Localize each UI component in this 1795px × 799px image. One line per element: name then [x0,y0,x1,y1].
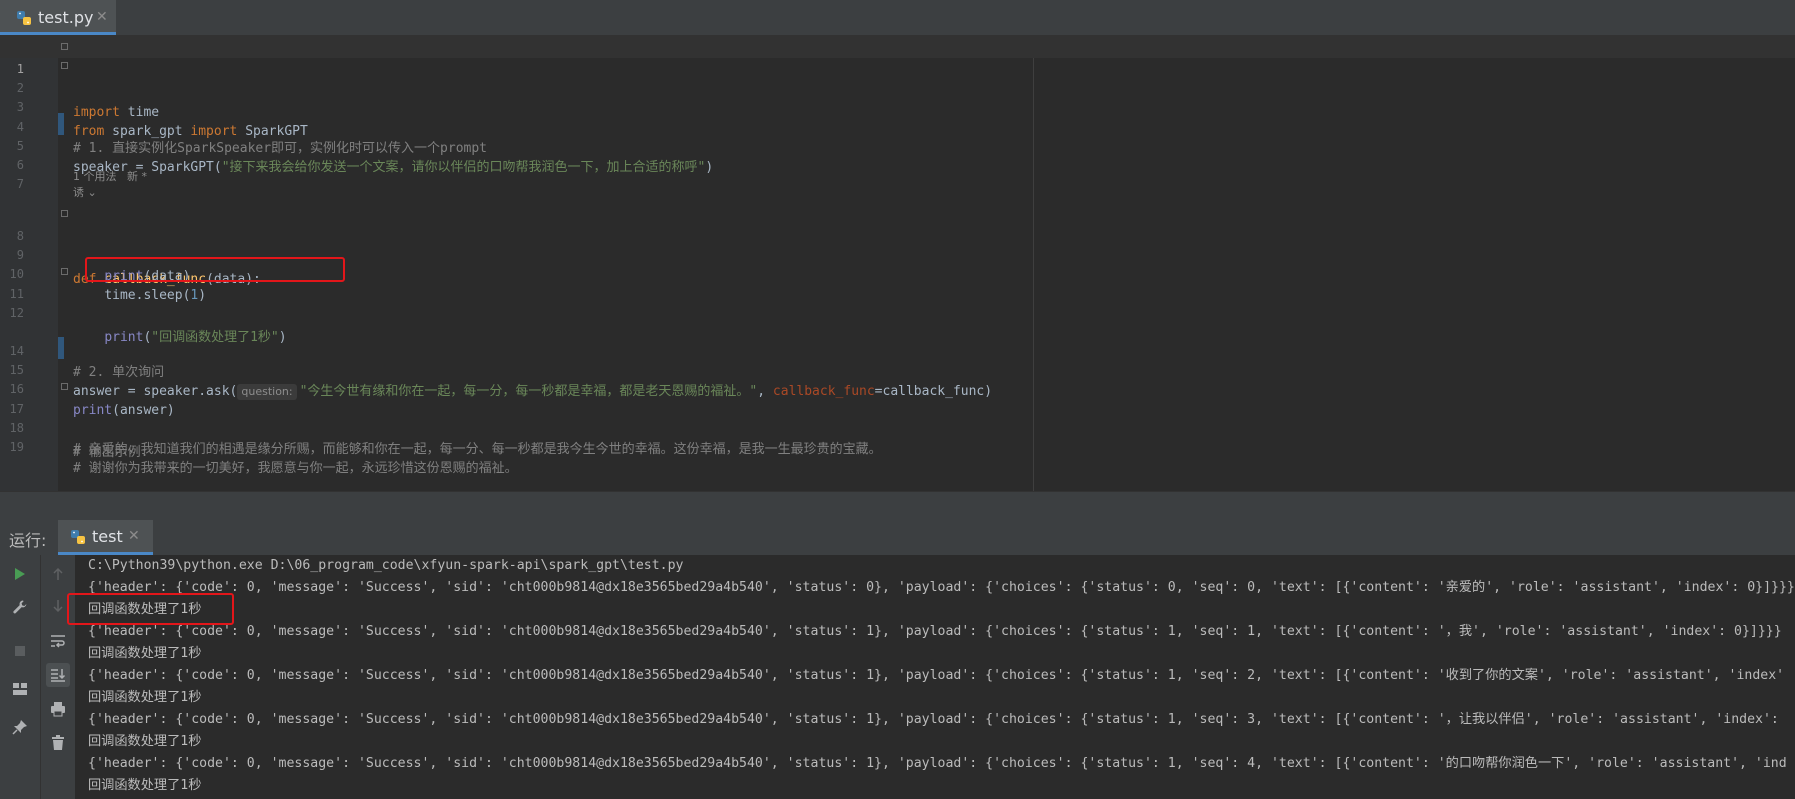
code-comment: # 谢谢你为我带来的一切美好，我愿意与你一起，永远珍惜这份恩赐的福祉。 [73,461,518,476]
run-panel-header: 运行: test ✕ [0,520,1795,555]
fold-marker-icon[interactable] [61,210,68,217]
stop-icon [15,646,25,656]
usage-hint[interactable]: 1 个用法 新 * [73,170,147,184]
stop-button[interactable] [8,639,32,663]
layout-button[interactable] [8,677,32,701]
console-toolbar [40,555,75,799]
tab-label: test.py [38,8,94,27]
fold-marker-icon[interactable] [61,383,68,390]
close-icon[interactable]: ✕ [128,528,140,544]
trash-icon [52,735,64,750]
console-line: 回调函数处理了1秒 [88,734,202,749]
pin-button[interactable] [8,715,32,739]
fold-marker-icon[interactable] [61,62,68,69]
editor-tab-bar: test.py ✕ [0,0,1795,36]
console-line: {'header': {'code': 0, 'message': 'Succe… [88,580,1795,595]
fold-marker-icon[interactable] [61,268,68,275]
console-line: 回调函数处理了1秒 [88,778,202,793]
python-icon [17,11,31,25]
scroll-to-end-button[interactable] [46,663,70,687]
run-panel-title: 运行: [9,531,47,550]
console-line: {'header': {'code': 0, 'message': 'Succe… [88,624,1782,639]
console-line: {'header': {'code': 0, 'message': 'Succe… [88,756,1787,771]
pin-icon [12,720,27,735]
code-line: 19 # 谢谢你为我带来的一切美好，我愿意与你一起，永远珍惜这份恩赐的福祉。 [0,414,1795,476]
line-number: 19 [9,440,24,454]
code-editor[interactable]: 1 import time 2 from spark_gpt import Sp… [0,36,1795,491]
play-icon [15,568,25,580]
horizontal-scrollbar[interactable] [0,491,1795,521]
tab-test-py[interactable]: test.py ✕ [0,0,116,35]
console-line: {'header': {'code': 0, 'message': 'Succe… [88,668,1785,683]
highlight-box [67,593,234,625]
soft-wrap-icon [51,635,65,648]
console-line: {'header': {'code': 0, 'message': 'Succe… [88,712,1779,727]
line-number: 7 [16,177,24,191]
code-line: 3 [0,74,1795,114]
rerun-button[interactable] [8,562,32,586]
fold-marker-icon[interactable] [61,43,68,50]
print-icon [51,702,65,717]
run-console-output[interactable]: C:\Python39\python.exe D:\06_program_cod… [75,555,1795,799]
code-line: 7 [0,151,1795,191]
close-icon[interactable]: ✕ [96,9,108,25]
scroll-to-end-icon [51,669,66,682]
author-hint[interactable]: 诱 ⌄ [73,186,97,200]
console-line: 回调函数处理了1秒 [88,646,202,661]
console-line: 回调函数处理了1秒 [88,690,202,705]
scroll-up-button[interactable] [46,562,70,586]
arrow-down-icon [53,600,63,613]
clear-all-button[interactable] [46,731,70,755]
highlight-box [85,257,345,282]
print-button[interactable] [46,697,70,721]
console-line: C:\Python39\python.exe D:\06_program_cod… [88,558,684,573]
arrow-up-icon [53,567,63,580]
soft-wrap-button[interactable] [46,629,70,653]
settings-button[interactable] [8,595,32,619]
run-tab-test[interactable]: test ✕ [58,520,153,555]
wrench-icon [13,600,27,614]
tab-label: test [92,527,123,546]
code-line: 16 print(answer) [0,356,1795,418]
layout-icon [13,683,27,695]
code-line: 12 [0,280,1795,320]
run-toolbar [0,555,40,799]
python-icon [71,530,85,544]
